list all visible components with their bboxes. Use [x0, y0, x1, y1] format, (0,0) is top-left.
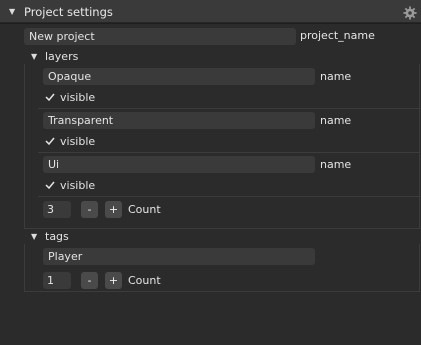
layer-name-field[interactable]: Transparent	[43, 112, 315, 129]
layer-separator	[38, 196, 420, 197]
visible-label: visible	[60, 179, 96, 192]
layers-count-label: Count	[128, 203, 161, 216]
tag-field[interactable]: Player	[43, 248, 315, 265]
layer-separator	[38, 108, 420, 109]
layer-name-label: name	[320, 70, 352, 83]
tags-decrement-button[interactable]: -	[81, 272, 98, 289]
layers-count-input[interactable]: 3	[43, 201, 71, 218]
gear-icon[interactable]	[403, 6, 417, 20]
tags-section-label: tags	[45, 230, 69, 243]
layer-name-field[interactable]: Ui	[43, 156, 315, 173]
collapse-triangle-icon[interactable]: ▼	[9, 7, 15, 17]
tags-count-input[interactable]: 1	[43, 272, 71, 289]
visible-checkbox-checkmark-icon[interactable]	[45, 136, 55, 146]
panel-header[interactable]: ▼ Project settings	[0, 0, 421, 23]
panel-title: Project settings	[24, 5, 113, 19]
visible-checkbox-checkmark-icon[interactable]	[45, 180, 55, 190]
project-name-label: project_name	[300, 29, 375, 42]
tags-count-label: Count	[128, 274, 161, 287]
visible-label: visible	[60, 91, 96, 104]
visible-label: visible	[60, 135, 96, 148]
layer-separator	[38, 152, 420, 153]
layers-section-label: layers	[45, 50, 79, 63]
visible-checkbox-checkmark-icon[interactable]	[45, 92, 55, 102]
layer-name-field[interactable]: Opaque	[43, 68, 315, 85]
layers-increment-button[interactable]: +	[105, 201, 122, 218]
tags-increment-button[interactable]: +	[105, 272, 122, 289]
tags-collapse-triangle-icon[interactable]: ▼	[31, 232, 37, 242]
layer-name-label: name	[320, 158, 352, 171]
layers-collapse-triangle-icon[interactable]: ▼	[31, 52, 37, 62]
layer-name-label: name	[320, 114, 352, 127]
layers-decrement-button[interactable]: -	[81, 201, 98, 218]
project-name-field[interactable]: New project	[24, 28, 296, 45]
